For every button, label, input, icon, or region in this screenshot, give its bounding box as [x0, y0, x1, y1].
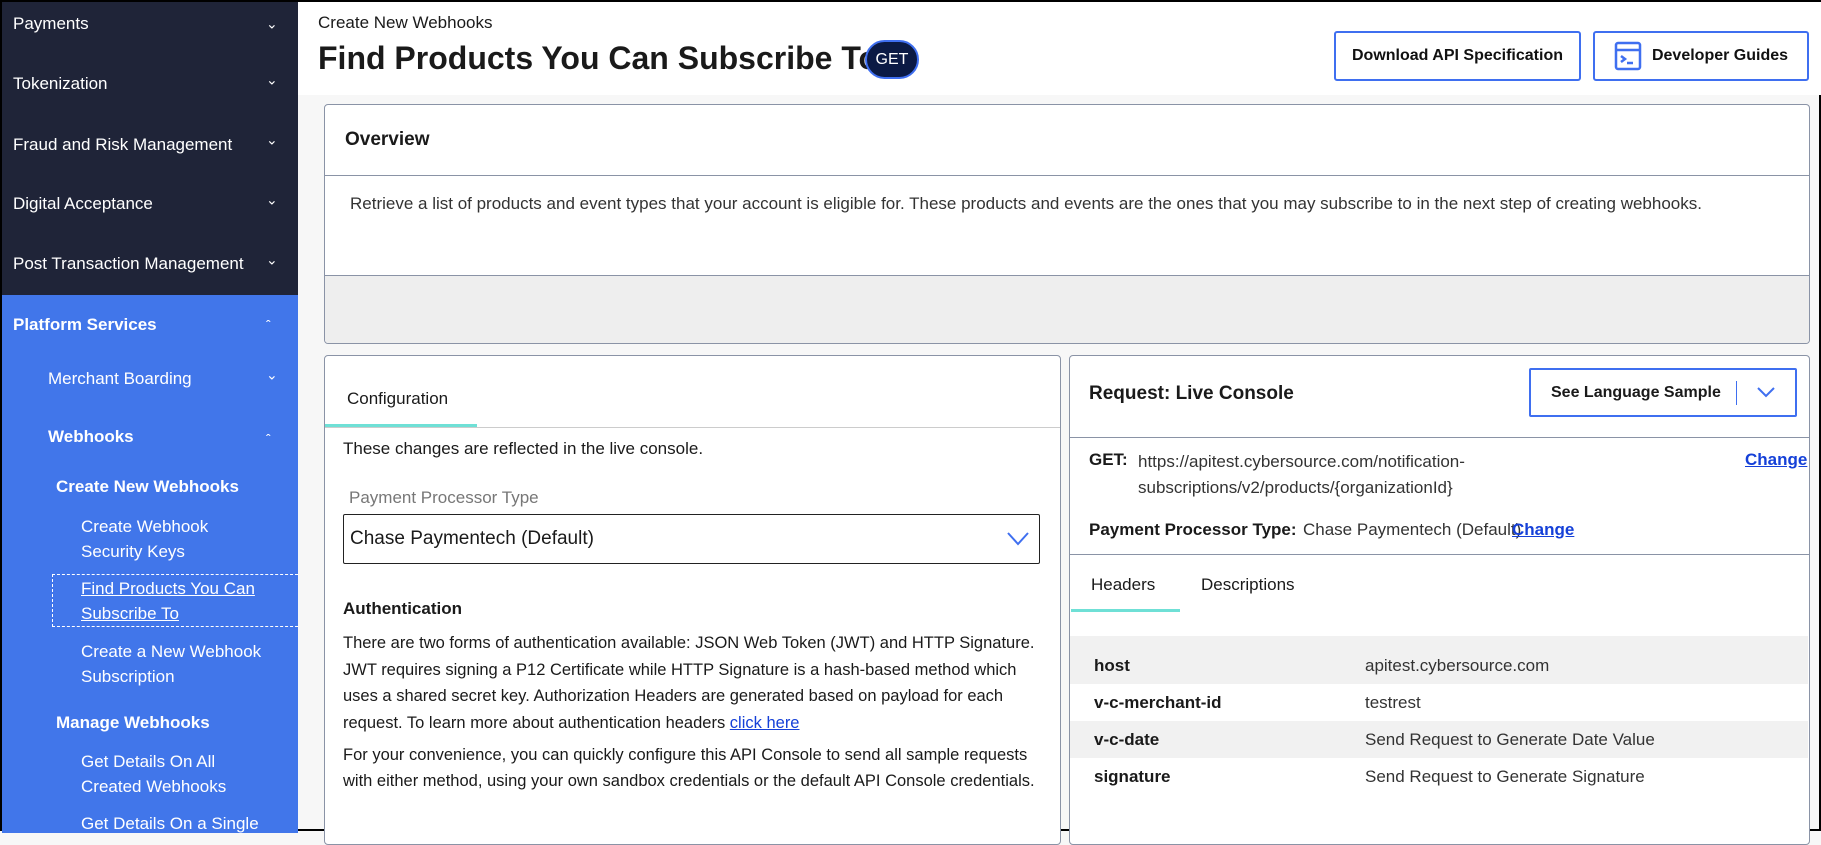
overview-title: Overview: [345, 129, 430, 150]
sidebar-item-fraud[interactable]: Fraud and Risk Management: [13, 135, 232, 155]
sidebar-item-get-single[interactable]: Get Details On a Single: [81, 811, 259, 833]
page-title: Find Products You Can Subscribe To: [318, 40, 879, 76]
url-line: subscriptions/v2/products/{organizationI…: [1138, 478, 1453, 497]
configuration-card: Configuration These changes are reflecte…: [324, 355, 1061, 845]
chevron-down-icon[interactable]: ⌄: [266, 72, 278, 89]
header-row: signature Send Request to Generate Signat…: [1070, 758, 1808, 795]
label: Create a New Webhook: [81, 642, 262, 661]
request-title: Request: Live Console: [1089, 383, 1294, 404]
sidebar-item-create-keys[interactable]: Create Webhook Security Keys: [81, 514, 208, 564]
header-key: v-c-date: [1094, 729, 1160, 749]
chevron-up-icon[interactable]: ˆ: [266, 317, 271, 333]
sidebar-item-post-transaction[interactable]: Post Transaction Management: [13, 254, 244, 274]
label: See Language Sample: [1551, 383, 1721, 401]
sidebar-item-create-new-webhooks[interactable]: Create New Webhooks: [56, 477, 239, 497]
page-header: Create New Webhooks Find Products You Ca…: [298, 2, 1821, 95]
sidebar: Payments ⌄ Tokenization ⌄ Fraud and Risk M…: [2, 2, 298, 833]
auth-text: There are two forms of authentication av…: [343, 630, 1043, 736]
header-value: testrest: [1365, 692, 1421, 712]
sidebar-item-webhooks[interactable]: Webhooks: [48, 427, 134, 447]
sidebar-item-merchant-boarding[interactable]: Merchant Boarding: [48, 369, 192, 389]
request-console-card: Request: Live Console See Language Sampl…: [1069, 355, 1810, 845]
overview-footer: [325, 275, 1809, 343]
label: Created Webhooks: [81, 777, 227, 796]
authentication-title: Authentication: [343, 599, 462, 618]
terminal-icon: [1614, 41, 1642, 71]
label: Create Webhook: [81, 517, 209, 536]
auth-body: There are two forms of authentication av…: [343, 634, 1035, 732]
chevron-down-icon: [1007, 532, 1029, 546]
change-url-link[interactable]: Change: [1745, 450, 1807, 470]
label: Download API Specification: [1352, 47, 1563, 64]
header-value: Send Request to Generate Signature: [1365, 766, 1645, 786]
method-label: GET:: [1089, 450, 1128, 469]
developer-guides-button[interactable]: Developer Guides: [1593, 31, 1809, 81]
sidebar-item-payments[interactable]: Payments: [13, 14, 89, 34]
tab-descriptions[interactable]: Descriptions: [1201, 575, 1295, 595]
header-value: Send Request to Generate Date Value: [1365, 729, 1655, 749]
sidebar-item-platform-services[interactable]: Platform Services: [13, 315, 157, 335]
chevron-down-icon[interactable]: ⌄: [266, 252, 278, 269]
ppt-value: Chase Paymentech (Default): [1303, 520, 1522, 539]
sidebar-item-find-products[interactable]: Find Products You Can Subscribe To: [81, 576, 255, 626]
change-ppt-link[interactable]: Change: [1512, 520, 1574, 540]
url-line: https://apitest.cybersource.com/notifica…: [1138, 452, 1465, 471]
ppt-select[interactable]: Chase Paymentech (Default): [343, 514, 1040, 564]
ppt-label: Payment Processor Type: [349, 488, 539, 507]
language-sample-dropdown[interactable]: See Language Sample: [1529, 368, 1797, 417]
request-url: https://apitest.cybersource.com/notifica…: [1138, 449, 1465, 501]
chevron-down-icon: [1757, 387, 1775, 398]
header-row: v-c-merchant-id testrest: [1070, 684, 1808, 721]
label: Subscription: [81, 667, 175, 686]
label: Find Products You Can: [81, 579, 255, 598]
download-api-spec-button[interactable]: Download API Specification: [1334, 31, 1581, 81]
breadcrumb[interactable]: Create New Webhooks: [318, 13, 493, 33]
ppt-value: Chase Paymentech (Default): [350, 528, 594, 549]
label: Security Keys: [81, 542, 185, 561]
chevron-down-icon[interactable]: ⌄: [266, 367, 278, 384]
label: Developer Guides: [1651, 47, 1789, 64]
sidebar-item-get-all[interactable]: Get Details On All Created Webhooks: [81, 749, 226, 799]
overview-text: Retrieve a list of products and event ty…: [350, 194, 1702, 213]
tab-headers[interactable]: Headers: [1091, 575, 1155, 595]
header-key: signature: [1094, 766, 1171, 786]
chevron-down-icon[interactable]: ⌄: [266, 132, 278, 149]
header-key: host: [1094, 655, 1130, 675]
sidebar-item-tokenization[interactable]: Tokenization: [13, 74, 108, 94]
header-row: v-c-date Send Request to Generate Date Va…: [1070, 721, 1808, 758]
method-badge: GET: [865, 40, 919, 79]
header-key: v-c-merchant-id: [1094, 692, 1222, 712]
chevron-up-icon[interactable]: ˆ: [266, 431, 271, 447]
label: Get Details On All: [81, 752, 216, 771]
active-tab-indicator: [1071, 609, 1180, 612]
chevron-down-icon[interactable]: ⌄: [266, 192, 278, 209]
overview-card: Overview Retrieve a list of products and…: [324, 104, 1810, 344]
chevron-down-icon[interactable]: ⌄: [266, 16, 278, 33]
header-row: host apitest.cybersource.com: [1070, 647, 1808, 684]
tab-configuration[interactable]: Configuration: [347, 389, 448, 409]
label: Subscribe To: [81, 604, 179, 623]
ppt-label: Payment Processor Type:: [1089, 520, 1297, 539]
sidebar-item-create-subscription[interactable]: Create a New Webhook Subscription: [81, 639, 261, 689]
config-note: These changes are reflected in the live …: [343, 439, 704, 458]
header-value: apitest.cybersource.com: [1365, 655, 1550, 675]
sidebar-item-manage-webhooks[interactable]: Manage Webhooks: [56, 713, 210, 733]
convenience-text: For your convenience, you can quickly co…: [343, 746, 1035, 790]
sidebar-item-digital-acceptance[interactable]: Digital Acceptance: [13, 194, 153, 214]
click-here-link[interactable]: click here: [730, 714, 800, 732]
